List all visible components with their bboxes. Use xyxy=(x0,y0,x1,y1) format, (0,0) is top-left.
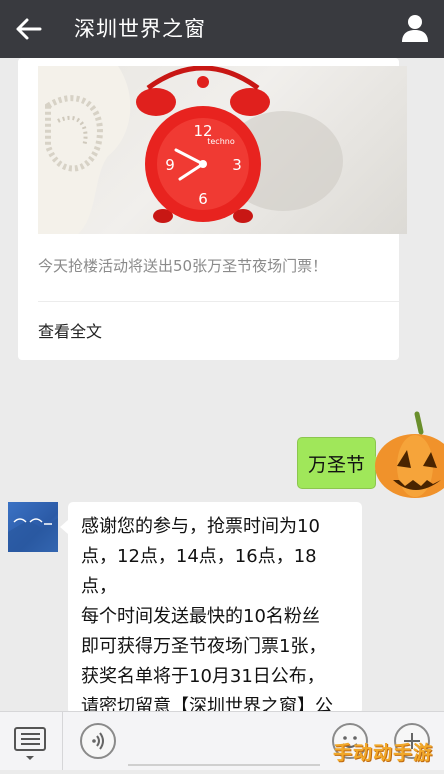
clock-brand: techno xyxy=(207,137,235,146)
article-summary: 今天抢楼活动将送出50张万圣节夜场门票！ xyxy=(38,257,328,275)
menu-toggle-button[interactable] xyxy=(0,712,63,770)
top-bar: 深圳世界之窗 xyxy=(0,0,444,58)
message-input-field[interactable] xyxy=(128,764,320,766)
read-full-article-link[interactable]: 查看全文 xyxy=(38,318,102,342)
back-button[interactable] xyxy=(14,15,44,43)
alarm-clock-illustration: 12 3 6 9 techno xyxy=(38,66,343,234)
profile-button[interactable] xyxy=(400,13,430,43)
svg-text:9: 9 xyxy=(165,156,175,174)
menu-list-icon xyxy=(14,727,46,760)
sent-message-bubble[interactable]: 万圣节 xyxy=(297,437,383,489)
svg-text:6: 6 xyxy=(198,190,208,208)
voice-button[interactable] xyxy=(80,723,116,759)
watermark-logo: 手动动手游 xyxy=(333,742,434,764)
voice-icon xyxy=(92,732,104,750)
user-avatar[interactable] xyxy=(373,410,444,502)
arrow-left-icon xyxy=(16,18,42,40)
pumpkin-icon xyxy=(375,411,444,498)
official-account-avatar[interactable] xyxy=(8,502,58,552)
person-icon xyxy=(402,15,428,42)
received-message-bubble[interactable]: 感谢您的参与，抢票时间为10 点，12点，14点，16点，18点， 每个时间发送… xyxy=(60,502,362,747)
article-card[interactable]: 12 3 6 9 techno 今天抢楼活动将送出50张万圣节夜场门票！ 查看全… xyxy=(18,58,407,360)
card-divider xyxy=(38,301,399,302)
svg-text:3: 3 xyxy=(232,156,242,174)
article-cover-image: 12 3 6 9 techno xyxy=(38,66,407,234)
account-logo-icon xyxy=(8,518,58,552)
page-title: 深圳世界之窗 xyxy=(74,17,206,41)
